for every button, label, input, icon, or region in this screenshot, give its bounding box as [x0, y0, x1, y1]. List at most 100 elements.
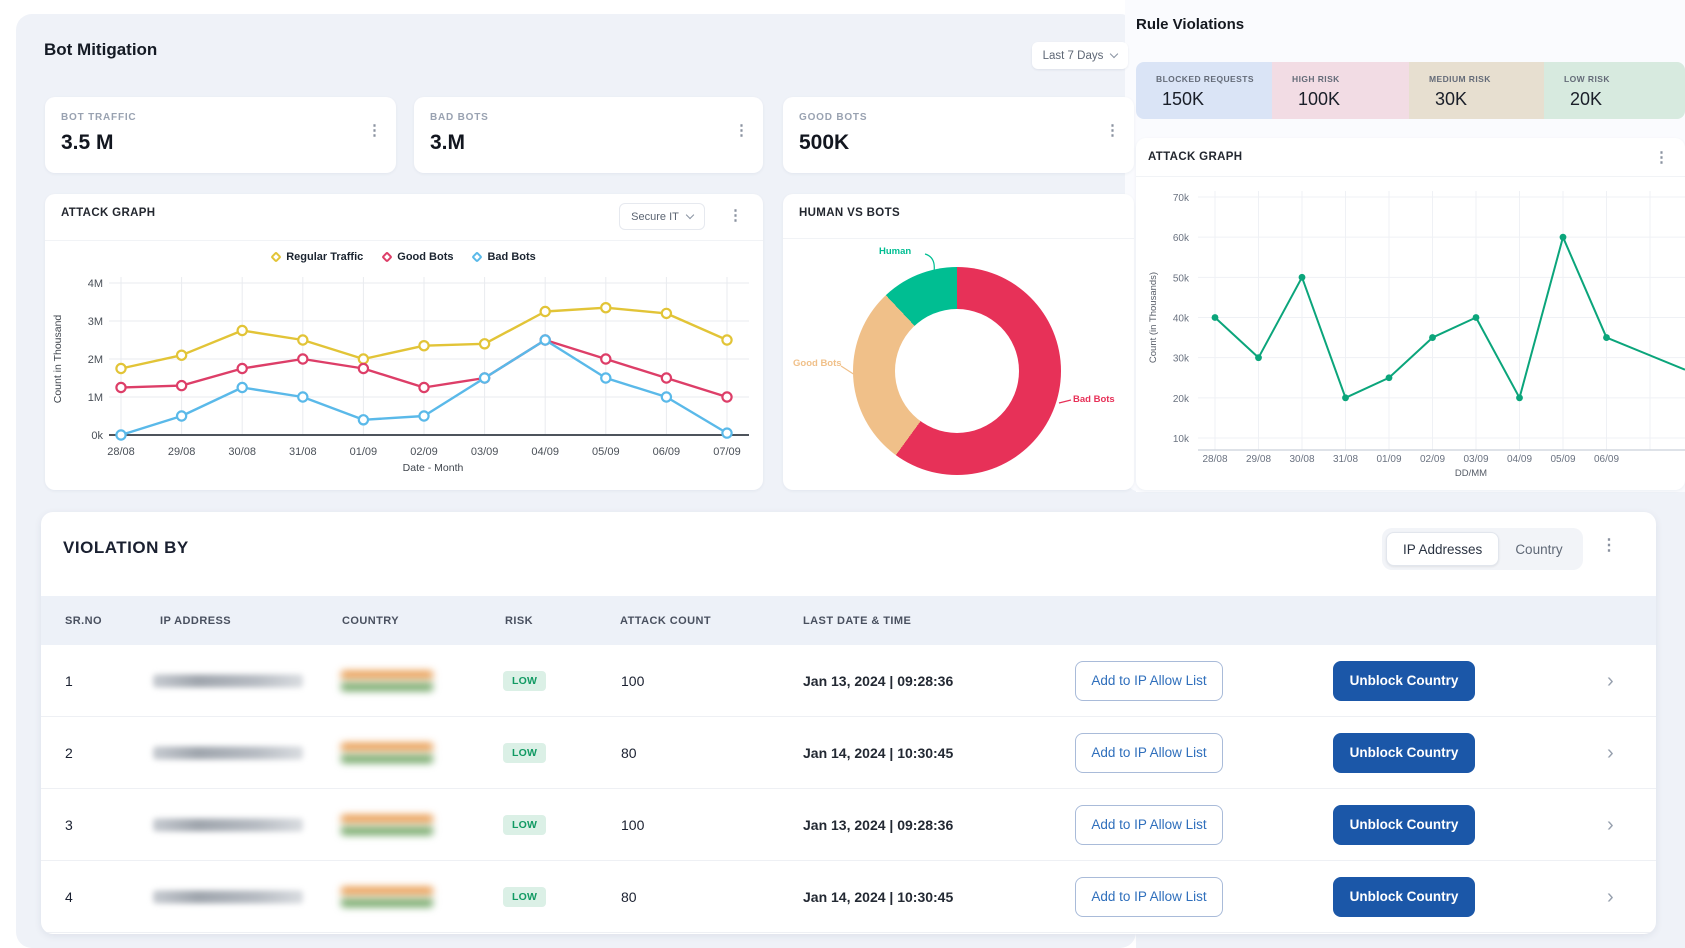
kebab-menu-icon[interactable]: ⋮ — [1105, 123, 1120, 138]
ip-address-redacted — [153, 818, 303, 831]
svg-text:4M: 4M — [88, 278, 103, 290]
table-header: SR.NO IP ADDRESS COUNTRY RISK ATTACK COU… — [41, 596, 1656, 645]
table-body: 1 LOW 100 Jan 13, 2024 | 09:28:36 Add to… — [41, 645, 1656, 933]
sr-no: 4 — [65, 889, 73, 905]
svg-text:05/09: 05/09 — [1550, 454, 1575, 465]
chip-label: BLOCKED REQUESTS — [1156, 74, 1254, 84]
svg-text:28/08: 28/08 — [1202, 454, 1227, 465]
bot-mitigation-dashboard: Bot Mitigation Last 7 Days BOT TRAFFIC 3… — [0, 0, 1685, 948]
stat-label: BAD BOTS — [430, 112, 489, 123]
donut-label-good-bots: Good Bots — [793, 358, 842, 369]
svg-text:29/08: 29/08 — [1246, 454, 1271, 465]
sr-no: 3 — [65, 817, 73, 833]
svg-text:1M: 1M — [88, 392, 103, 404]
svg-text:40k: 40k — [1173, 314, 1190, 325]
attack-line-chart: 0k1M2M3M4M28/0829/0830/0831/0801/0902/09… — [45, 194, 763, 490]
unblock-country-button[interactable]: Unblock Country — [1333, 877, 1475, 917]
stat-card-bad-bots: BAD BOTS 3.M ⋮ — [414, 97, 763, 173]
svg-text:10k: 10k — [1173, 434, 1190, 445]
svg-text:30/08: 30/08 — [228, 446, 256, 458]
attack-count: 100 — [621, 817, 644, 833]
date-range-select[interactable]: Last 7 Days — [1032, 42, 1128, 69]
svg-text:01/09: 01/09 — [1376, 454, 1401, 465]
col-risk: RISK — [505, 615, 533, 627]
donut-label-bad-bots: Bad Bots — [1073, 394, 1115, 405]
stat-card-bot-traffic: BOT TRAFFIC 3.5 M ⋮ — [45, 97, 396, 173]
col-attack-count: ATTACK COUNT — [620, 615, 711, 627]
col-last-date: LAST DATE & TIME — [803, 615, 911, 627]
date-range-value: Last 7 Days — [1043, 50, 1104, 62]
svg-text:60k: 60k — [1173, 233, 1190, 244]
add-to-ip-allow-list-button[interactable]: Add to IP Allow List — [1075, 733, 1223, 773]
risk-badge: LOW — [503, 887, 546, 907]
kebab-menu-icon[interactable]: ⋮ — [734, 123, 749, 138]
add-to-ip-allow-list-button[interactable]: Add to IP Allow List — [1075, 805, 1223, 845]
svg-text:20k: 20k — [1173, 394, 1190, 405]
unblock-country-button[interactable]: Unblock Country — [1333, 661, 1475, 701]
tab-country[interactable]: Country — [1499, 532, 1578, 566]
svg-text:07/09: 07/09 — [713, 446, 741, 458]
svg-text:02/09: 02/09 — [410, 446, 438, 458]
sr-no: 1 — [65, 673, 73, 689]
human-vs-bots-title: HUMAN VS BOTS — [799, 207, 900, 219]
risk-badge: LOW — [503, 671, 546, 691]
svg-text:30/08: 30/08 — [1289, 454, 1314, 465]
rule-violations-attack-graph-card: ATTACK GRAPH ⋮ 10k20k30k40k50k60k70k28/0… — [1136, 138, 1685, 490]
donut-hole — [895, 309, 1019, 433]
kebab-menu-icon[interactable]: ⋮ — [367, 123, 382, 138]
kebab-menu-icon[interactable]: ⋮ — [1601, 538, 1617, 554]
unblock-country-button[interactable]: Unblock Country — [1333, 805, 1475, 845]
row-expand-chevron-icon[interactable]: › — [1607, 887, 1614, 907]
ip-address-redacted — [153, 746, 303, 759]
svg-text:Count in Thousand: Count in Thousand — [52, 315, 64, 404]
svg-text:04/09: 04/09 — [531, 446, 559, 458]
country-flag-redacted — [341, 743, 433, 763]
human-vs-bots-card: HUMAN VS BOTS Human Good Bots Bad Bots — [783, 194, 1134, 490]
stat-label: GOOD BOTS — [799, 112, 867, 123]
tab-ip-addresses[interactable]: IP Addresses — [1386, 532, 1499, 566]
donut-label-human: Human — [879, 246, 911, 257]
svg-text:30k: 30k — [1173, 354, 1190, 365]
row-expand-chevron-icon[interactable]: › — [1607, 671, 1614, 691]
chip-label: MEDIUM RISK — [1429, 74, 1491, 84]
table-row: 4 LOW 80 Jan 14, 2024 | 10:30:45 Add to … — [41, 861, 1656, 933]
svg-text:2M: 2M — [88, 354, 103, 366]
svg-text:04/09: 04/09 — [1507, 454, 1532, 465]
chip-high-risk: HIGH RISK 100K — [1272, 62, 1409, 119]
svg-text:03/09: 03/09 — [471, 446, 499, 458]
last-date-time: Jan 14, 2024 | 10:30:45 — [803, 889, 953, 905]
table-row: 3 LOW 100 Jan 13, 2024 | 09:28:36 Add to… — [41, 789, 1656, 861]
page-title: Bot Mitigation — [44, 40, 157, 60]
svg-text:50k: 50k — [1173, 273, 1190, 284]
last-date-time: Jan 13, 2024 | 09:28:36 — [803, 673, 953, 689]
svg-text:29/08: 29/08 — [168, 446, 196, 458]
chip-value: 100K — [1298, 89, 1340, 110]
rule-violations-line-chart: 10k20k30k40k50k60k70k28/0829/0830/0831/0… — [1136, 138, 1685, 490]
add-to-ip-allow-list-button[interactable]: Add to IP Allow List — [1075, 661, 1223, 701]
country-flag-redacted — [341, 887, 433, 907]
svg-text:DD/MM: DD/MM — [1455, 468, 1487, 479]
ip-address-redacted — [153, 890, 303, 903]
violation-tabs: IP Addresses Country — [1382, 528, 1583, 570]
chip-label: HIGH RISK — [1292, 74, 1340, 84]
svg-text:Count (in Thousands): Count (in Thousands) — [1148, 272, 1159, 363]
rule-violations-title: Rule Violations — [1136, 16, 1244, 33]
ip-address-redacted — [153, 674, 303, 687]
svg-text:31/08: 31/08 — [289, 446, 317, 458]
svg-text:06/09: 06/09 — [1594, 454, 1619, 465]
unblock-country-button[interactable]: Unblock Country — [1333, 733, 1475, 773]
add-to-ip-allow-list-button[interactable]: Add to IP Allow List — [1075, 877, 1223, 917]
attack-count: 80 — [621, 745, 637, 761]
col-ip-address: IP ADDRESS — [160, 615, 231, 627]
country-flag-redacted — [341, 671, 433, 691]
attack-count: 100 — [621, 673, 644, 689]
svg-text:05/09: 05/09 — [592, 446, 620, 458]
chip-label: LOW RISK — [1564, 74, 1610, 84]
svg-text:28/08: 28/08 — [107, 446, 135, 458]
table-row: 2 LOW 80 Jan 14, 2024 | 10:30:45 Add to … — [41, 717, 1656, 789]
svg-text:Date - Month: Date - Month — [403, 462, 464, 474]
svg-text:03/09: 03/09 — [1463, 454, 1488, 465]
svg-text:0k: 0k — [91, 430, 103, 442]
row-expand-chevron-icon[interactable]: › — [1607, 743, 1614, 763]
row-expand-chevron-icon[interactable]: › — [1607, 815, 1614, 835]
